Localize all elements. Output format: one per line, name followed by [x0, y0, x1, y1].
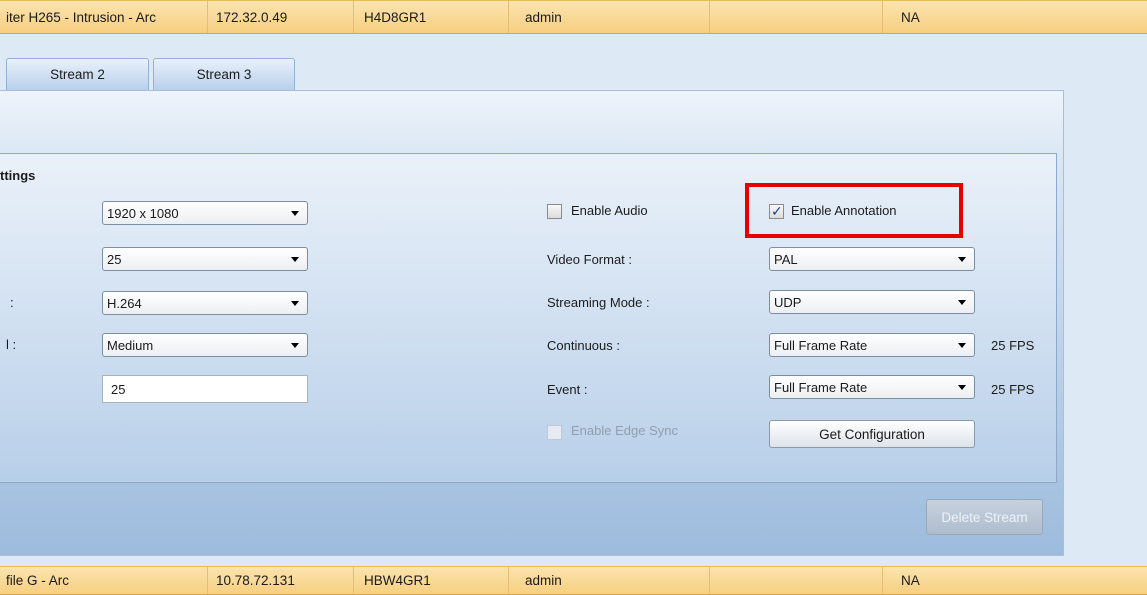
device-ip-cell: 10.78.72.131 [208, 567, 354, 594]
tab-stream-3[interactable]: Stream 3 [153, 58, 295, 90]
device-serial-cell: H4D8GR1 [354, 1, 509, 33]
event-fps: 25 FPS [991, 382, 1035, 397]
event-dropdown[interactable]: Full Frame Rate [769, 375, 975, 399]
enable-audio-checkbox[interactable] [547, 204, 562, 219]
continuous-dropdown[interactable]: Full Frame Rate [769, 333, 975, 357]
video-format-dropdown[interactable]: PAL [769, 247, 975, 271]
continuous-fps: 25 FPS [991, 338, 1035, 353]
video-format-value: PAL [774, 251, 798, 267]
highlight-box [745, 183, 963, 238]
event-value: Full Frame Rate [774, 379, 868, 395]
stream-panel: ttings Delete Stream [0, 90, 1064, 556]
framerate-value: 25 [107, 251, 122, 267]
device-name-cell: iter H265 - Intrusion - Arc [0, 1, 208, 33]
device-row-bottom[interactable]: file G - Arc 10.78.72.131 HBW4GR1 admin … [0, 566, 1147, 595]
chevron-down-icon [958, 385, 966, 390]
device-blank-cell [710, 1, 883, 33]
resolution-value: 1920 x 1080 [107, 205, 179, 221]
settings-title: ttings [0, 168, 36, 183]
enable-audio-label: Enable Audio [571, 203, 648, 218]
device-status-cell: NA [901, 573, 920, 588]
chevron-down-icon [291, 211, 299, 216]
delete-stream-button[interactable]: Delete Stream [926, 499, 1043, 535]
tab-stream-2[interactable]: Stream 2 [6, 58, 149, 90]
event-label: Event : [547, 382, 588, 397]
get-configuration-button[interactable]: Get Configuration [769, 420, 975, 448]
resolution-dropdown[interactable]: 1920 x 1080 [102, 201, 308, 225]
codec-dropdown[interactable]: H.264 [102, 291, 308, 315]
device-blank-cell [710, 567, 883, 594]
chevron-down-icon [291, 343, 299, 348]
codec-label: : [10, 295, 14, 310]
chevron-down-icon [958, 257, 966, 262]
device-serial-cell: HBW4GR1 [354, 567, 509, 594]
quality-dropdown[interactable]: Medium [102, 333, 308, 357]
framerate-dropdown[interactable]: 25 [102, 247, 308, 271]
video-format-label: Video Format : [547, 252, 633, 267]
device-name-cell: file G - Arc [0, 567, 208, 594]
chevron-down-icon [291, 257, 299, 262]
device-status-cell: NA [901, 9, 920, 25]
codec-value: H.264 [107, 295, 142, 311]
chevron-down-icon [291, 301, 299, 306]
streaming-mode-value: UDP [774, 294, 802, 310]
chevron-down-icon [958, 300, 966, 305]
device-ip-cell: 172.32.0.49 [208, 1, 354, 33]
quality-label: l : [6, 337, 17, 352]
streaming-mode-label: Streaming Mode : [547, 295, 650, 310]
chevron-down-icon [958, 343, 966, 348]
device-user-cell: admin [509, 567, 710, 594]
quality-value: Medium [107, 337, 154, 353]
enable-edge-sync-checkbox[interactable] [547, 425, 562, 440]
continuous-value: Full Frame Rate [774, 337, 868, 353]
value-input[interactable]: 25 [102, 375, 308, 403]
device-user-cell: admin [509, 1, 710, 33]
continuous-label: Continuous : [547, 338, 620, 353]
device-row-top[interactable]: iter H265 - Intrusion - Arc 172.32.0.49 … [0, 0, 1147, 34]
streaming-mode-dropdown[interactable]: UDP [769, 290, 975, 314]
enable-edge-sync-label: Enable Edge Sync [571, 423, 678, 438]
